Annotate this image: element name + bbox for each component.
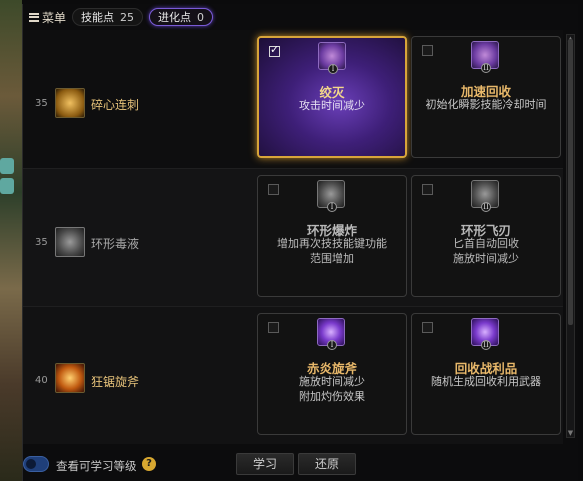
description-line: 附加灼伤效果 xyxy=(299,390,365,403)
ring-venom-skill-icon xyxy=(55,227,85,257)
toggle-label: 查看可学习等级 xyxy=(56,459,137,473)
evolution-points-badge[interactable]: 进化点 0 xyxy=(149,8,214,26)
skill-name: 环形毒液 xyxy=(91,237,140,251)
skill-row: 40 狂锯旋斧 I 赤炎旋斧 施放时间减少 附加灼伤效果 II 回收战利品 随机… xyxy=(23,306,563,444)
flame-axe-icon: I xyxy=(317,318,345,350)
description-line: 匕首自动回收 xyxy=(453,237,519,250)
option-description: 增加再次技技能键功能 范围增加 xyxy=(258,236,406,266)
option-checkbox[interactable] xyxy=(422,45,433,56)
heart-pierce-skill-icon xyxy=(55,88,85,118)
help-icon[interactable]: ? xyxy=(142,457,156,471)
vertical-scrollbar[interactable]: ▲ ▼ xyxy=(566,34,575,438)
panel-footer: 查看可学习等级 ? 学习 还原 xyxy=(23,447,579,481)
option-checkbox[interactable] xyxy=(268,322,279,333)
evolution-option-card[interactable]: I 绞灭 攻击时间减少 xyxy=(257,36,407,158)
scroll-thumb[interactable] xyxy=(568,39,573,325)
reset-button[interactable]: 还原 xyxy=(298,453,356,475)
game-world-background xyxy=(0,0,22,481)
description-line: 施放时间减少 xyxy=(453,252,519,265)
accelerate-recovery-icon: II xyxy=(471,41,499,73)
skill-points-badge: 技能点 25 xyxy=(72,8,144,26)
roman-numeral-badge: I xyxy=(328,64,338,74)
option-description: 随机生成回收利用武器 xyxy=(412,374,560,389)
evolution-points-value: 0 xyxy=(197,10,205,24)
option-description: 匕首自动回收 施放时间减少 xyxy=(412,236,560,266)
option-description: 施放时间减少 附加灼伤效果 xyxy=(258,374,406,404)
option-description: 攻击时间减少 xyxy=(259,98,405,113)
saw-axe-skill-icon xyxy=(55,363,85,393)
skill-row: 35 环形毒液 I 环形爆炸 增加再次技技能键功能 范围增加 II 环形飞刃 匕… xyxy=(23,168,563,306)
panel-header: 菜单 技能点 25 进化点 0 xyxy=(23,4,579,30)
show-learnable-level-toggle[interactable] xyxy=(23,456,49,472)
evolution-option-card[interactable]: II 回收战利品 随机生成回收利用武器 xyxy=(411,313,561,435)
evolution-option-card[interactable]: I 赤炎旋斧 施放时间减少 附加灼伤效果 xyxy=(257,313,407,435)
strangle-evolution-icon: I xyxy=(318,42,346,74)
option-checkbox[interactable] xyxy=(268,184,279,195)
evolution-option-card[interactable]: II 环形飞刃 匕首自动回收 施放时间减少 xyxy=(411,175,561,297)
side-hud-icon xyxy=(0,158,14,174)
menu-icon xyxy=(29,12,39,22)
skill-name: 狂锯旋斧 xyxy=(91,375,140,389)
option-checkbox[interactable] xyxy=(422,322,433,333)
skill-points-label: 技能点 xyxy=(81,11,115,24)
skill-name: 碎心连刺 xyxy=(91,98,140,112)
description-line: 增加再次技技能键功能 xyxy=(277,237,387,250)
learn-button[interactable]: 学习 xyxy=(236,453,294,475)
skill-evolution-panel: 菜单 技能点 25 进化点 0 35 碎心连刺 I 绞灭 攻击时间减少 II 加… xyxy=(22,4,578,481)
toggle-knob xyxy=(26,459,36,469)
description-line: 攻击时间减少 xyxy=(299,99,365,112)
ring-blade-icon: II xyxy=(471,180,499,212)
side-hud-icon xyxy=(0,178,14,194)
roman-numeral-badge: I xyxy=(327,340,337,350)
description-line: 初始化瞬影技能冷却时间 xyxy=(425,98,547,111)
skill-level: 35 xyxy=(35,98,48,109)
roman-numeral-badge: II xyxy=(481,340,491,350)
evolution-option-card[interactable]: I 环形爆炸 增加再次技技能键功能 范围增加 xyxy=(257,175,407,297)
ring-explosion-icon: I xyxy=(317,180,345,212)
evolution-points-label: 进化点 xyxy=(158,11,192,24)
skill-row: 35 碎心连刺 I 绞灭 攻击时间减少 II 加速回收 初始化瞬影技能冷却时间 xyxy=(23,30,563,168)
option-description: 初始化瞬影技能冷却时间 xyxy=(412,97,560,112)
roman-numeral-badge: I xyxy=(327,202,337,212)
skill-level: 40 xyxy=(35,375,48,386)
roman-numeral-badge: II xyxy=(481,202,491,212)
evolution-option-card[interactable]: II 加速回收 初始化瞬影技能冷却时间 xyxy=(411,36,561,158)
description-line: 范围增加 xyxy=(310,252,354,265)
option-checkbox[interactable] xyxy=(422,184,433,195)
loot-recovery-icon: II xyxy=(471,318,499,350)
menu-button[interactable]: 菜单 xyxy=(29,9,66,26)
skill-level: 35 xyxy=(35,237,48,248)
roman-numeral-badge: II xyxy=(481,63,491,73)
skill-points-value: 25 xyxy=(120,10,135,24)
scroll-down-arrow-icon[interactable]: ▼ xyxy=(567,429,574,437)
description-line: 随机生成回收利用武器 xyxy=(431,375,541,388)
description-line: 施放时间减少 xyxy=(299,375,365,388)
menu-label: 菜单 xyxy=(42,10,67,25)
option-checkbox[interactable] xyxy=(269,43,280,57)
